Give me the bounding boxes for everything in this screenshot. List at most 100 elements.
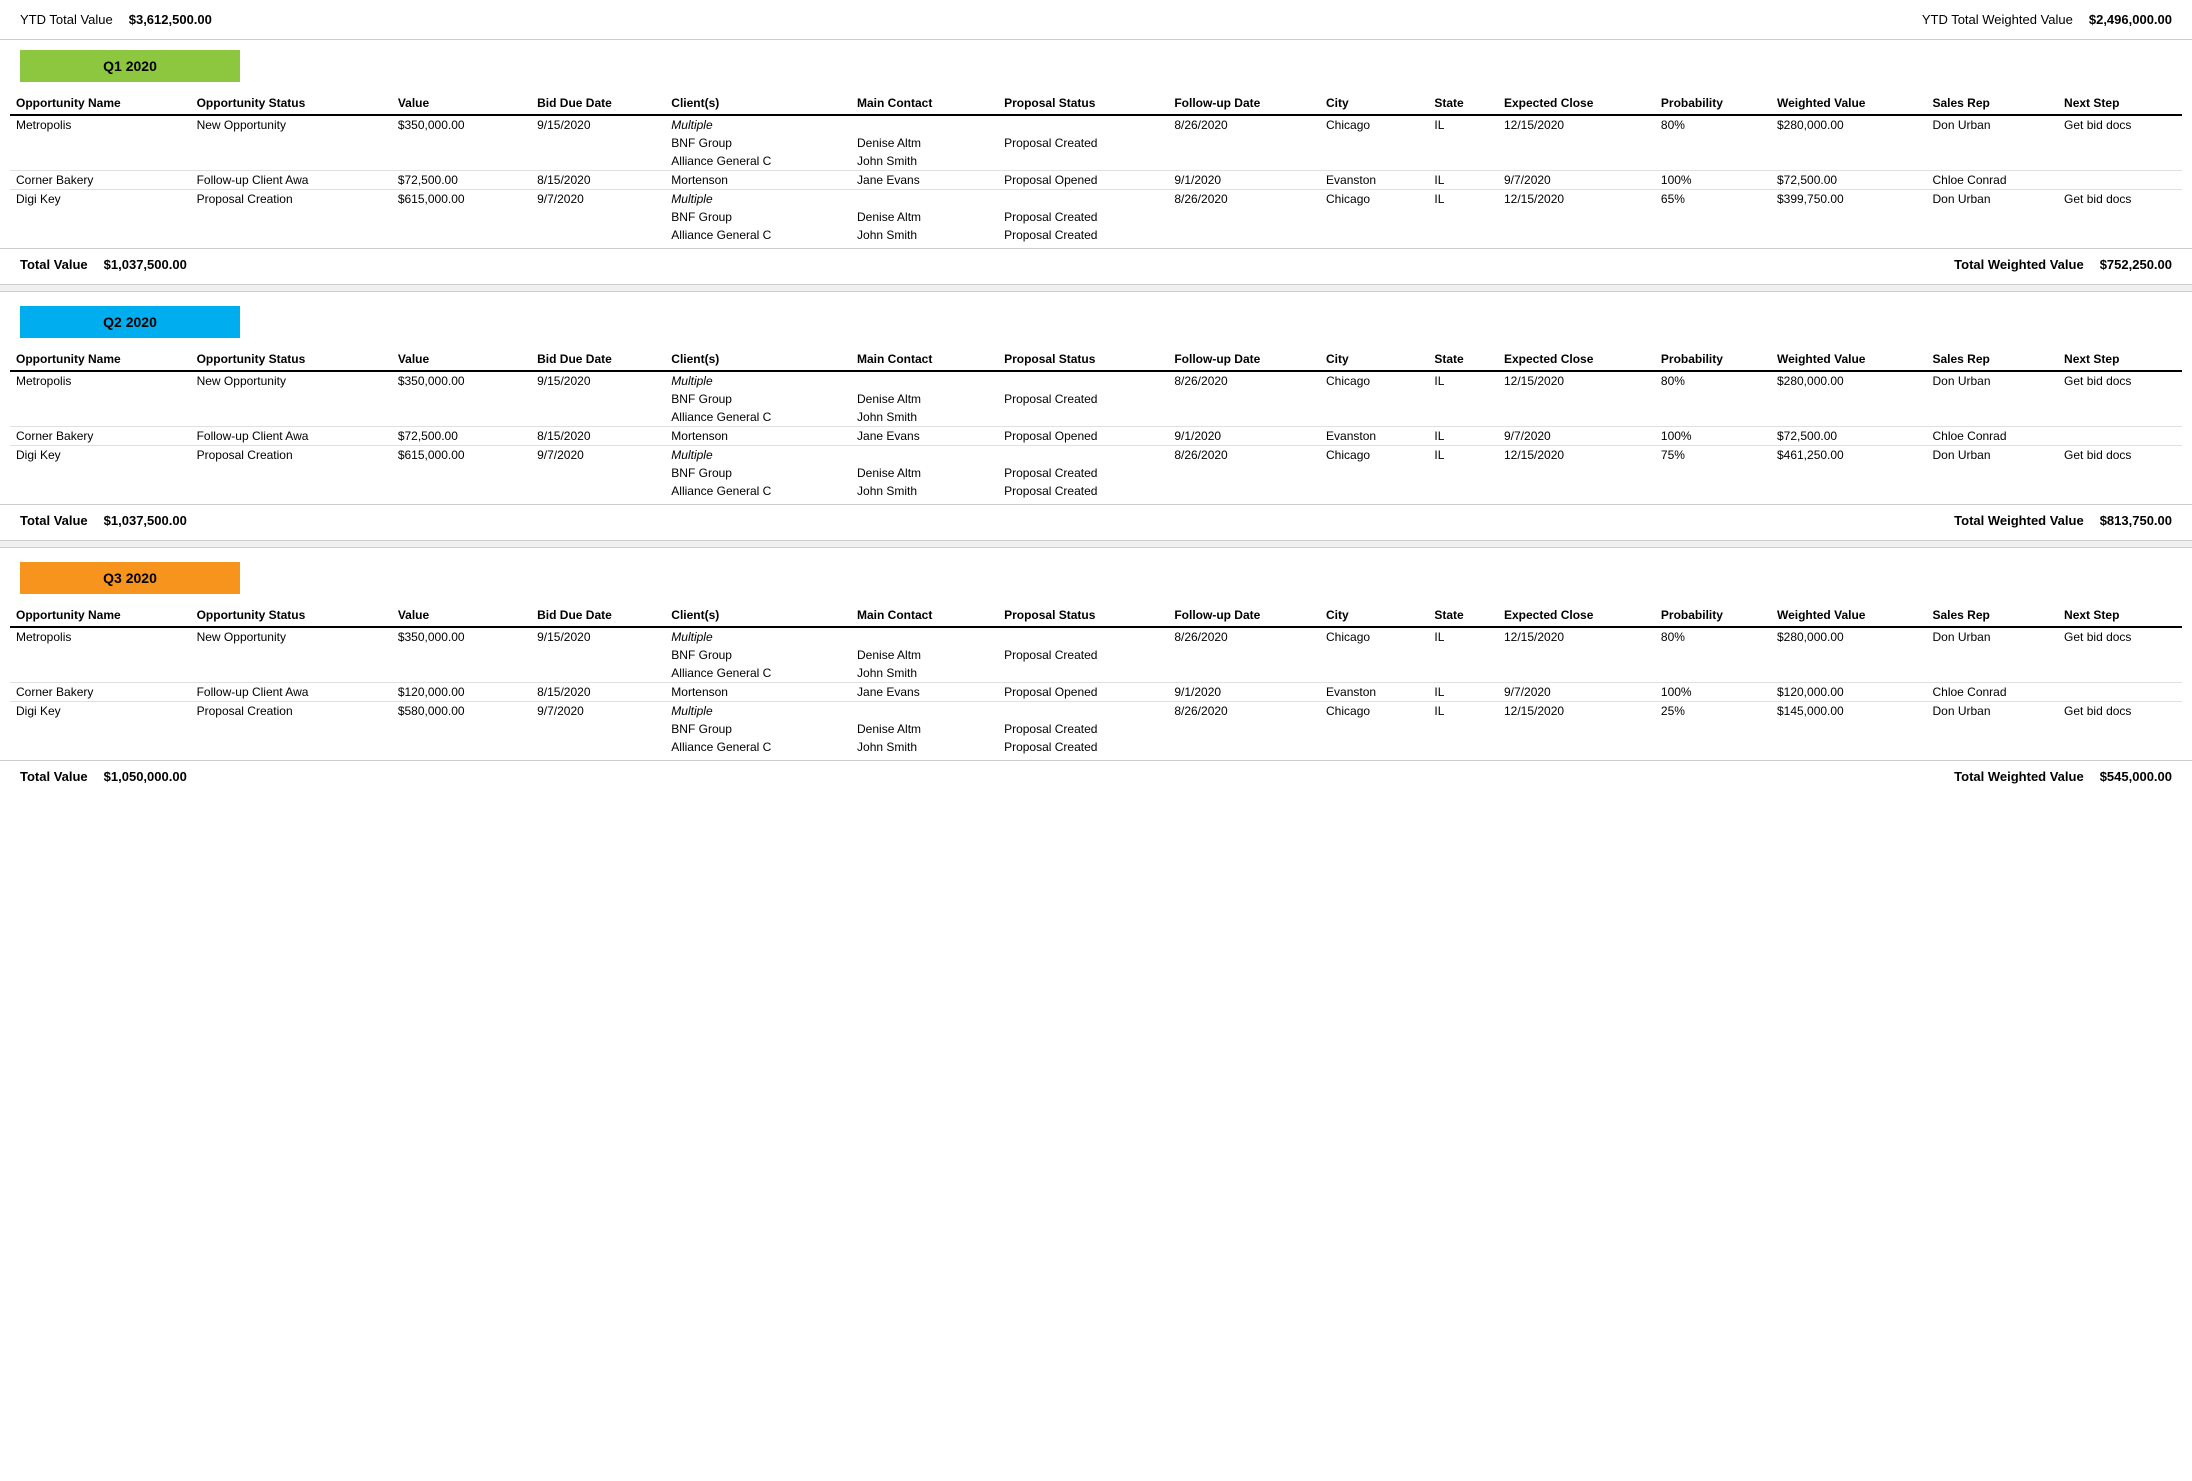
sub-cell-2-0-12 <box>1771 208 1927 226</box>
cell-0-2: $350,000.00 <box>392 371 531 390</box>
cell-0-5 <box>851 371 998 390</box>
cell-0-0: Metropolis <box>10 371 191 390</box>
sub-cell-0-0-7 <box>1168 646 1320 664</box>
sub-cell-0-1-4: Alliance General C <box>665 408 851 427</box>
cell-1-5: Jane Evans <box>851 171 998 190</box>
sub-cell-0-0-14 <box>2058 390 2182 408</box>
sub-cell-0-0-5: Denise Altm <box>851 646 998 664</box>
totals-left-q1: Total Value $1,037,500.00 <box>20 257 187 272</box>
cell-1-2: $120,000.00 <box>392 683 531 702</box>
quarter-header-q3: Q3 2020 <box>0 552 2192 604</box>
sub-cell-2-1-1 <box>191 482 392 500</box>
sub-cell-0-1-0 <box>10 152 191 171</box>
sub-cell-0-1-5: John Smith <box>851 408 998 427</box>
cell-2-0: Digi Key <box>10 702 191 721</box>
col-header-follow-up-date: Follow-up Date <box>1168 348 1320 371</box>
sub-cell-0-0-3 <box>531 390 665 408</box>
sub-cell-0-1-3 <box>531 408 665 427</box>
sub-cell-2-1-5: John Smith <box>851 226 998 244</box>
sub-cell-0-0-1 <box>191 390 392 408</box>
col-header-sales-rep: Sales Rep <box>1926 348 2058 371</box>
sub-cell-2-1-11 <box>1655 226 1771 244</box>
sub-cell-0-0-4: BNF Group <box>665 390 851 408</box>
cell-1-11: 100% <box>1655 427 1771 446</box>
sub-cell-0-0-0 <box>10 646 191 664</box>
totals-right-q3: Total Weighted Value $545,000.00 <box>1954 769 2172 784</box>
col-header-main-contact: Main Contact <box>851 604 998 627</box>
sub-cell-0-1-13 <box>1926 408 2058 427</box>
quarter-badge-q2: Q2 2020 <box>20 306 240 338</box>
cell-0-11: 80% <box>1655 371 1771 390</box>
cell-2-14: Get bid docs <box>2058 190 2182 209</box>
cell-2-6 <box>998 446 1168 465</box>
cell-2-4: Multiple <box>665 446 851 465</box>
cell-1-14 <box>2058 683 2182 702</box>
sub-cell-2-1-6: Proposal Created <box>998 738 1168 756</box>
cell-1-0: Corner Bakery <box>10 683 191 702</box>
cell-2-12: $145,000.00 <box>1771 702 1927 721</box>
sub-cell-2-1-14 <box>2058 482 2182 500</box>
cell-2-9: IL <box>1428 446 1498 465</box>
cell-1-1: Follow-up Client Awa <box>191 171 392 190</box>
sub-cell-2-0-2 <box>392 464 531 482</box>
sub-cell-0-1-8 <box>1320 664 1428 683</box>
sub-cell-0-1-6 <box>998 408 1168 427</box>
col-header-proposal-status: Proposal Status <box>998 604 1168 627</box>
total-value-label-q1: Total Value <box>20 257 88 272</box>
totals-right-q2: Total Weighted Value $813,750.00 <box>1954 513 2172 528</box>
col-header-proposal-status: Proposal Status <box>998 348 1168 371</box>
sub-cell-2-1-8 <box>1320 738 1428 756</box>
cell-0-12: $280,000.00 <box>1771 371 1927 390</box>
table-row: MetropolisNew Opportunity$350,000.009/15… <box>10 371 2182 390</box>
cell-0-0: Metropolis <box>10 115 191 134</box>
cell-2-1: Proposal Creation <box>191 446 392 465</box>
total-value-q1: $1,037,500.00 <box>104 257 187 272</box>
total-value-label-q2: Total Value <box>20 513 88 528</box>
totals-right-q1: Total Weighted Value $752,250.00 <box>1954 257 2172 272</box>
sub-cell-0-1-12 <box>1771 664 1927 683</box>
sub-cell-0-1-6 <box>998 152 1168 171</box>
table-row-sub: Alliance General CJohn Smith <box>10 664 2182 683</box>
cell-0-14: Get bid docs <box>2058 627 2182 646</box>
sub-cell-0-1-10 <box>1498 664 1655 683</box>
cell-0-9: IL <box>1428 115 1498 134</box>
table-row: Digi KeyProposal Creation$615,000.009/7/… <box>10 446 2182 465</box>
sub-cell-0-1-7 <box>1168 152 1320 171</box>
cell-2-11: 25% <box>1655 702 1771 721</box>
total-weighted-label-q3: Total Weighted Value <box>1954 769 2084 784</box>
table-row: Corner BakeryFollow-up Client Awa$120,00… <box>10 683 2182 702</box>
cell-1-6: Proposal Opened <box>998 171 1168 190</box>
sub-cell-2-1-12 <box>1771 482 1927 500</box>
cell-2-1: Proposal Creation <box>191 190 392 209</box>
ytd-weighted-section: YTD Total Weighted Value $2,496,000.00 <box>1922 12 2172 27</box>
sub-cell-0-1-13 <box>1926 152 2058 171</box>
sub-cell-2-0-11 <box>1655 208 1771 226</box>
sub-cell-0-0-8 <box>1320 134 1428 152</box>
col-header-state: State <box>1428 348 1498 371</box>
col-header-probability: Probability <box>1655 92 1771 115</box>
sub-cell-0-1-8 <box>1320 152 1428 171</box>
col-header-opportunity-status: Opportunity Status <box>191 604 392 627</box>
cell-1-0: Corner Bakery <box>10 427 191 446</box>
table-row-sub: Alliance General CJohn SmithProposal Cre… <box>10 738 2182 756</box>
sub-cell-2-0-13 <box>1926 208 2058 226</box>
sub-cell-0-1-0 <box>10 664 191 683</box>
cell-1-11: 100% <box>1655 683 1771 702</box>
cell-0-13: Don Urban <box>1926 371 2058 390</box>
col-header-value: Value <box>392 92 531 115</box>
col-header-city: City <box>1320 604 1428 627</box>
cell-1-4: Mortenson <box>665 427 851 446</box>
col-header-follow-up-date: Follow-up Date <box>1168 92 1320 115</box>
sub-cell-2-0-6: Proposal Created <box>998 464 1168 482</box>
total-weighted-value-q3: $545,000.00 <box>2100 769 2172 784</box>
col-header-expected-close: Expected Close <box>1498 92 1655 115</box>
sub-cell-0-1-14 <box>2058 408 2182 427</box>
table-row-sub: BNF GroupDenise AltmProposal Created <box>10 720 2182 738</box>
col-header-follow-up-date: Follow-up Date <box>1168 604 1320 627</box>
cell-1-3: 8/15/2020 <box>531 683 665 702</box>
cell-0-4: Multiple <box>665 115 851 134</box>
sub-cell-0-0-4: BNF Group <box>665 134 851 152</box>
cell-2-4: Multiple <box>665 702 851 721</box>
col-header-bid-due-date: Bid Due Date <box>531 604 665 627</box>
col-header-client(s): Client(s) <box>665 604 851 627</box>
